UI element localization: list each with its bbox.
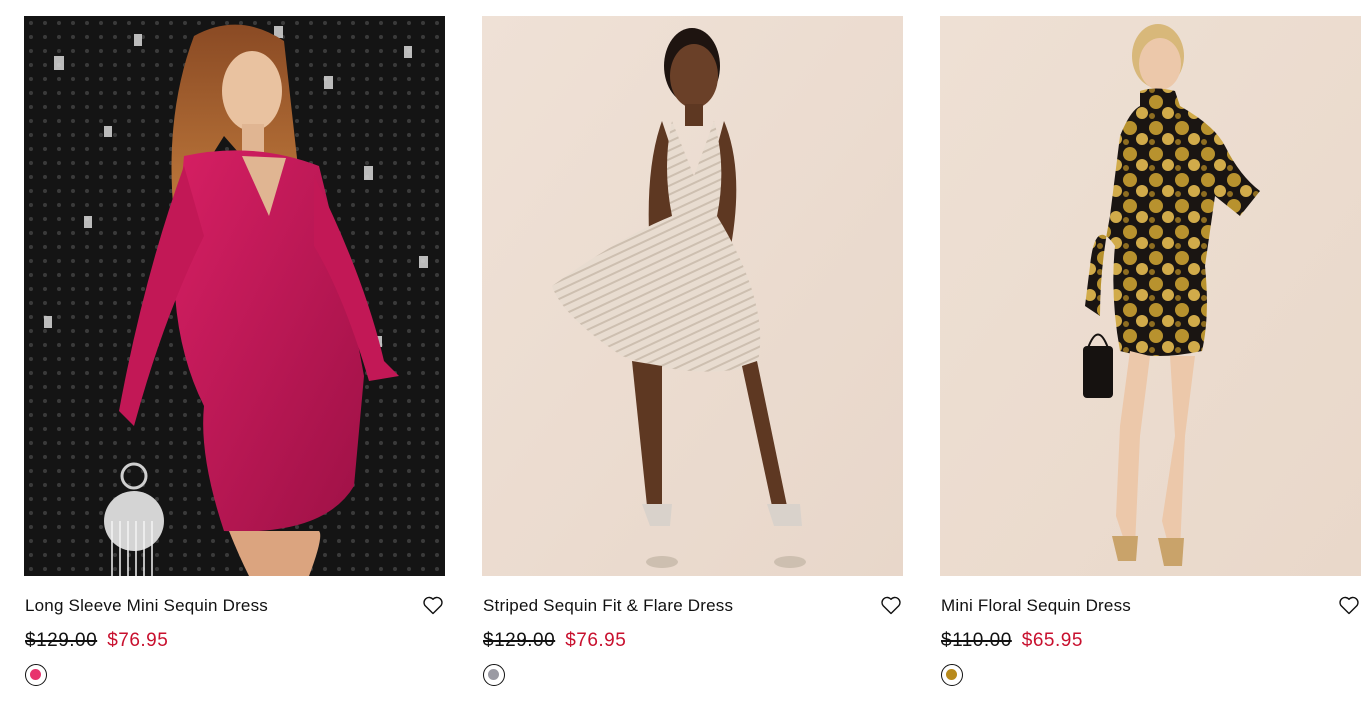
sale-price: $76.95	[565, 630, 627, 651]
product-grid: Long Sleeve Mini Sequin Dress $129.00 $76…	[0, 0, 1369, 701]
color-swatch[interactable]	[483, 664, 505, 686]
product-image[interactable]	[24, 16, 445, 576]
price-row: $110.00 $65.95	[941, 630, 1083, 652]
product-card: Mini Floral Sequin Dress $110.00 $65.95	[940, 16, 1361, 686]
original-price: $129.00	[483, 630, 556, 651]
swatch-color-dot	[946, 669, 957, 680]
sale-price: $65.95	[1021, 630, 1083, 651]
price-row: $129.00 $76.95	[25, 630, 168, 652]
product-info: Striped Sequin Fit & Flare Dress $129.00…	[482, 576, 903, 686]
heart-outline-icon[interactable]	[421, 593, 445, 617]
product-card: Striped Sequin Fit & Flare Dress $129.00…	[482, 16, 903, 686]
product-image[interactable]	[482, 16, 903, 576]
heart-outline-icon[interactable]	[1337, 593, 1361, 617]
swatch-color-dot	[30, 669, 41, 680]
original-price: $110.00	[941, 630, 1012, 651]
product-info: Mini Floral Sequin Dress $110.00 $65.95	[940, 576, 1361, 686]
product-name[interactable]: Mini Floral Sequin Dress	[941, 596, 1131, 616]
original-price: $129.00	[25, 630, 98, 651]
swatch-color-dot	[488, 669, 499, 680]
product-card: Long Sleeve Mini Sequin Dress $129.00 $76…	[24, 16, 445, 686]
price-row: $129.00 $76.95	[483, 630, 626, 652]
color-swatch[interactable]	[941, 664, 963, 686]
product-image[interactable]	[940, 16, 1361, 576]
product-info: Long Sleeve Mini Sequin Dress $129.00 $76…	[24, 576, 445, 686]
color-swatch[interactable]	[25, 664, 47, 686]
heart-outline-icon[interactable]	[879, 593, 903, 617]
sale-price: $76.95	[107, 630, 169, 651]
product-name[interactable]: Striped Sequin Fit & Flare Dress	[483, 596, 733, 616]
product-name[interactable]: Long Sleeve Mini Sequin Dress	[25, 596, 268, 616]
